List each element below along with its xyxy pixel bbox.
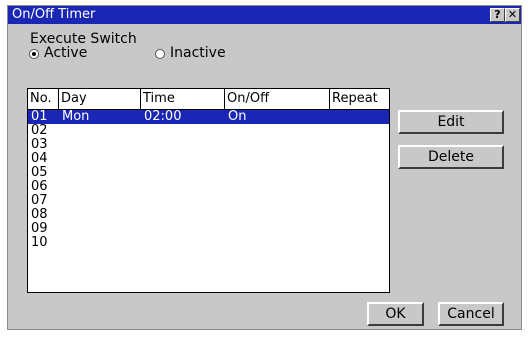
delete-button[interactable]: Delete bbox=[398, 145, 504, 169]
cell-no: 02 bbox=[31, 123, 48, 138]
cell-no: 03 bbox=[31, 137, 48, 152]
column-header-day[interactable]: Day bbox=[59, 89, 141, 109]
table-row[interactable]: 03 bbox=[28, 138, 389, 152]
list-header: No. Day Time On/Off Repeat bbox=[28, 89, 389, 110]
cell-time: 02:00 bbox=[144, 109, 182, 124]
edit-button[interactable]: Edit bbox=[398, 110, 504, 134]
cell-no: 05 bbox=[31, 165, 48, 180]
cell-no: 01 bbox=[31, 109, 48, 124]
cell-no: 04 bbox=[31, 151, 48, 166]
on-off-timer-dialog: On/Off Timer ? ✕ Execute Switch Active I… bbox=[7, 5, 522, 330]
table-row[interactable]: 01 Mon 02:00 On bbox=[28, 110, 389, 124]
close-button[interactable]: ✕ bbox=[505, 8, 520, 22]
cell-no: 09 bbox=[31, 221, 48, 236]
column-header-no[interactable]: No. bbox=[28, 89, 59, 109]
timer-list[interactable]: No. Day Time On/Off Repeat 01 Mon 02:00 On 0… bbox=[27, 88, 390, 293]
cell-no: 08 bbox=[31, 207, 48, 222]
table-row[interactable]: 10 bbox=[28, 236, 389, 250]
table-row[interactable]: 05 bbox=[28, 166, 389, 180]
cell-onoff: On bbox=[228, 109, 247, 124]
active-radio[interactable] bbox=[29, 49, 39, 59]
title-bar[interactable]: On/Off Timer ? ✕ bbox=[8, 6, 521, 24]
column-header-time[interactable]: Time bbox=[141, 89, 225, 109]
inactive-radio-label[interactable]: Inactive bbox=[170, 45, 226, 61]
table-row[interactable]: 06 bbox=[28, 180, 389, 194]
active-radio-label[interactable]: Active bbox=[44, 45, 87, 61]
table-row[interactable]: 02 bbox=[28, 124, 389, 138]
column-header-on-off[interactable]: On/Off bbox=[225, 89, 330, 109]
cell-no: 06 bbox=[31, 179, 48, 194]
help-button[interactable]: ? bbox=[490, 8, 505, 22]
cancel-button[interactable]: Cancel bbox=[438, 302, 504, 326]
ok-button[interactable]: OK bbox=[367, 302, 424, 326]
cell-no: 07 bbox=[31, 193, 48, 208]
inactive-radio[interactable] bbox=[155, 49, 165, 59]
cell-no: 10 bbox=[31, 235, 48, 250]
help-icon: ? bbox=[494, 8, 501, 21]
window-title: On/Off Timer bbox=[12, 7, 96, 22]
table-row[interactable]: 08 bbox=[28, 208, 389, 222]
table-row[interactable]: 09 bbox=[28, 222, 389, 236]
column-header-repeat[interactable]: Repeat bbox=[330, 89, 389, 109]
table-row[interactable]: 04 bbox=[28, 152, 389, 166]
cell-day: Mon bbox=[62, 109, 90, 124]
table-row[interactable]: 07 bbox=[28, 194, 389, 208]
close-icon: ✕ bbox=[507, 8, 518, 21]
